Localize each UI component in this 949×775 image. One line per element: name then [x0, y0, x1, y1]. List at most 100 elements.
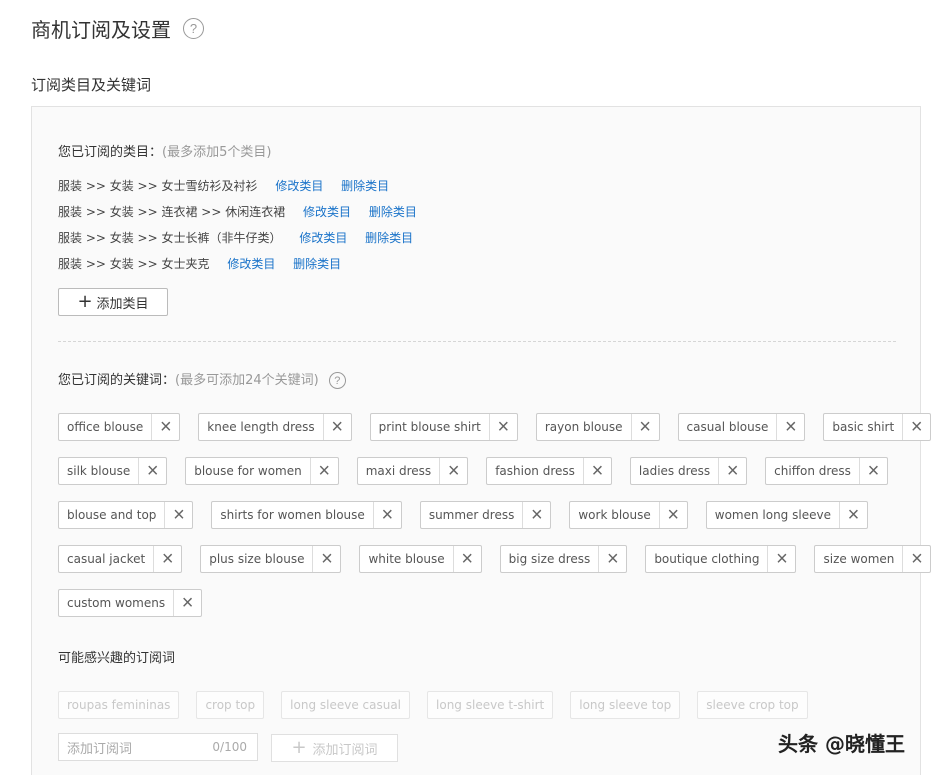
category-row: 服装 >> 女装 >> 女士长裤（非牛仔类） 修改类目 删除类目	[58, 229, 413, 246]
keyword-text: women long sleeve	[714, 508, 831, 522]
remove-keyword-icon[interactable]: ×	[312, 546, 340, 572]
keyword-row: silk blouse × blouse for women × maxi dress ×…	[58, 457, 898, 485]
remove-keyword-icon[interactable]: ×	[776, 414, 804, 440]
keyword-tag: summer dress ×	[419, 501, 552, 529]
remove-keyword-icon[interactable]: ×	[858, 458, 887, 484]
remove-keyword-icon[interactable]: ×	[902, 414, 930, 440]
suggestion-chip[interactable]: roupas femininas	[58, 691, 180, 719]
remove-keyword-icon[interactable]: ×	[630, 414, 659, 440]
suggestion-chip[interactable]: long sleeve casual	[281, 691, 411, 719]
keyword-tag: custom womens ×	[58, 589, 203, 617]
page-title-text: 商机订阅及设置	[31, 18, 171, 42]
remove-keyword-icon[interactable]: ×	[598, 546, 626, 572]
keyword-tag: casual jacket ×	[58, 545, 183, 573]
modify-category-link[interactable]: 修改类目	[275, 179, 323, 193]
help-icon[interactable]: ?	[328, 372, 346, 389]
plus-icon: +	[77, 291, 93, 312]
add-category-label: 添加类目	[96, 296, 149, 312]
suggestion-chip[interactable]: long sleeve t-shirt	[427, 691, 554, 719]
delete-category-link[interactable]: 删除类目	[365, 231, 413, 245]
keyword-text: print blouse shirt	[378, 420, 481, 434]
keyword-tag: chiffon dress ×	[765, 457, 888, 485]
add-keyword-button-label: 添加订阅词	[312, 742, 378, 758]
keyword-tag: boutique clothing ×	[645, 545, 797, 573]
categories-label: 您已订阅的类目：(最多添加5个类目)	[58, 145, 272, 160]
remove-keyword-icon[interactable]: ×	[767, 546, 795, 572]
keyword-text: custom womens	[67, 596, 166, 610]
remove-keyword-icon[interactable]: ×	[153, 546, 181, 572]
plus-icon: +	[291, 737, 307, 758]
keyword-tag: maxi dress ×	[356, 457, 469, 485]
keyword-text: casual jacket	[67, 552, 146, 566]
delete-category-link[interactable]: 删除类目	[293, 257, 341, 271]
keyword-text: work blouse	[578, 508, 651, 522]
keyword-text: chiffon dress	[774, 464, 851, 478]
section-title: 订阅类目及关键词	[31, 76, 152, 94]
keyword-tags: office blouse × knee length dress × print bl…	[58, 413, 932, 633]
char-counter: 0/100	[212, 740, 247, 754]
keyword-text: fashion dress	[495, 464, 575, 478]
keyword-text: blouse for women	[194, 464, 302, 478]
keyword-text: basic shirt	[832, 420, 895, 434]
keyword-tag: rayon blouse ×	[535, 413, 660, 441]
keyword-tag: white blouse ×	[359, 545, 482, 573]
keyword-tag: print blouse shirt ×	[369, 413, 518, 441]
keyword-text: blouse and top	[67, 508, 157, 522]
remove-keyword-icon[interactable]: ×	[309, 458, 338, 484]
suggestion-list: roupas femininas crop top long sleeve casu…	[58, 691, 825, 719]
category-path: 服装 >> 女装 >> 女士夹克	[58, 257, 210, 271]
category-row: 服装 >> 女装 >> 女士夹克 修改类目 删除类目	[58, 255, 341, 272]
add-keyword-button[interactable]: + 添加订阅词	[271, 734, 398, 762]
keyword-tag: office blouse ×	[58, 413, 181, 441]
category-path: 服装 >> 女装 >> 连衣裙 >> 休闲连衣裙	[58, 205, 286, 219]
modify-category-link[interactable]: 修改类目	[227, 257, 275, 271]
keyword-text: boutique clothing	[654, 552, 760, 566]
modify-category-link[interactable]: 修改类目	[303, 205, 351, 219]
suggestion-chip[interactable]: sleeve crop top	[697, 691, 808, 719]
remove-keyword-icon[interactable]: ×	[151, 414, 179, 440]
keyword-text: silk blouse	[67, 464, 131, 478]
category-path: 服装 >> 女装 >> 女士长裤（非牛仔类）	[58, 231, 282, 245]
keyword-text: white blouse	[368, 552, 445, 566]
remove-keyword-icon[interactable]: ×	[173, 590, 201, 616]
help-icon[interactable]: ?	[183, 18, 204, 39]
category-row: 服装 >> 女装 >> 女士雪纺衫及衬衫 修改类目 删除类目	[58, 177, 389, 194]
keyword-tag: casual blouse ×	[677, 413, 806, 441]
remove-keyword-icon[interactable]: ×	[322, 414, 351, 440]
keyword-text: plus size blouse	[209, 552, 305, 566]
keyword-text: office blouse	[67, 420, 144, 434]
suggestion-chip[interactable]: crop top	[196, 691, 265, 719]
keyword-row: blouse and top × shirts for women blouse × s…	[58, 501, 898, 529]
remove-keyword-icon[interactable]: ×	[658, 502, 687, 528]
remove-keyword-icon[interactable]: ×	[138, 458, 166, 484]
remove-keyword-icon[interactable]: ×	[718, 458, 746, 484]
remove-keyword-icon[interactable]: ×	[164, 502, 192, 528]
remove-keyword-icon[interactable]: ×	[838, 502, 867, 528]
suggestion-chip[interactable]: long sleeve top	[570, 691, 681, 719]
remove-keyword-icon[interactable]: ×	[439, 458, 467, 484]
delete-category-link[interactable]: 删除类目	[369, 205, 417, 219]
category-path: 服装 >> 女装 >> 女士雪纺衫及衬衫	[58, 179, 258, 193]
add-keyword-input[interactable]: 添加订阅词 0/100	[58, 733, 258, 761]
keywords-hint: (最多可添加24个关键词)	[175, 373, 319, 388]
modify-category-link[interactable]: 修改类目	[299, 231, 347, 245]
keyword-tag: work blouse ×	[569, 501, 688, 529]
keyword-row: casual jacket × plus size blouse × white blo…	[58, 545, 932, 573]
keyword-tag: big size dress ×	[499, 545, 628, 573]
keywords-label: 您已订阅的关键词：(最多可添加24个关键词) ?	[58, 369, 346, 389]
keyword-text: maxi dress	[365, 464, 432, 478]
add-category-button[interactable]: + 添加类目	[58, 288, 168, 316]
keyword-tag: fashion dress ×	[486, 457, 612, 485]
subscription-panel: 您已订阅的类目：(最多添加5个类目) 服装 >> 女装 >> 女士雪纺衫及衬衫 …	[31, 106, 932, 775]
keyword-text: ladies dress	[638, 464, 711, 478]
remove-keyword-icon[interactable]: ×	[902, 546, 930, 572]
categories-hint: (最多添加5个类目)	[162, 145, 272, 160]
delete-category-link[interactable]: 删除类目	[341, 179, 389, 193]
keyword-tag: women long sleeve ×	[705, 501, 868, 529]
remove-keyword-icon[interactable]: ×	[522, 502, 550, 528]
remove-keyword-icon[interactable]: ×	[452, 546, 481, 572]
remove-keyword-icon[interactable]: ×	[488, 414, 517, 440]
suggestions-label: 可能感兴趣的订阅词	[58, 651, 176, 666]
remove-keyword-icon[interactable]: ×	[582, 458, 611, 484]
remove-keyword-icon[interactable]: ×	[372, 502, 401, 528]
